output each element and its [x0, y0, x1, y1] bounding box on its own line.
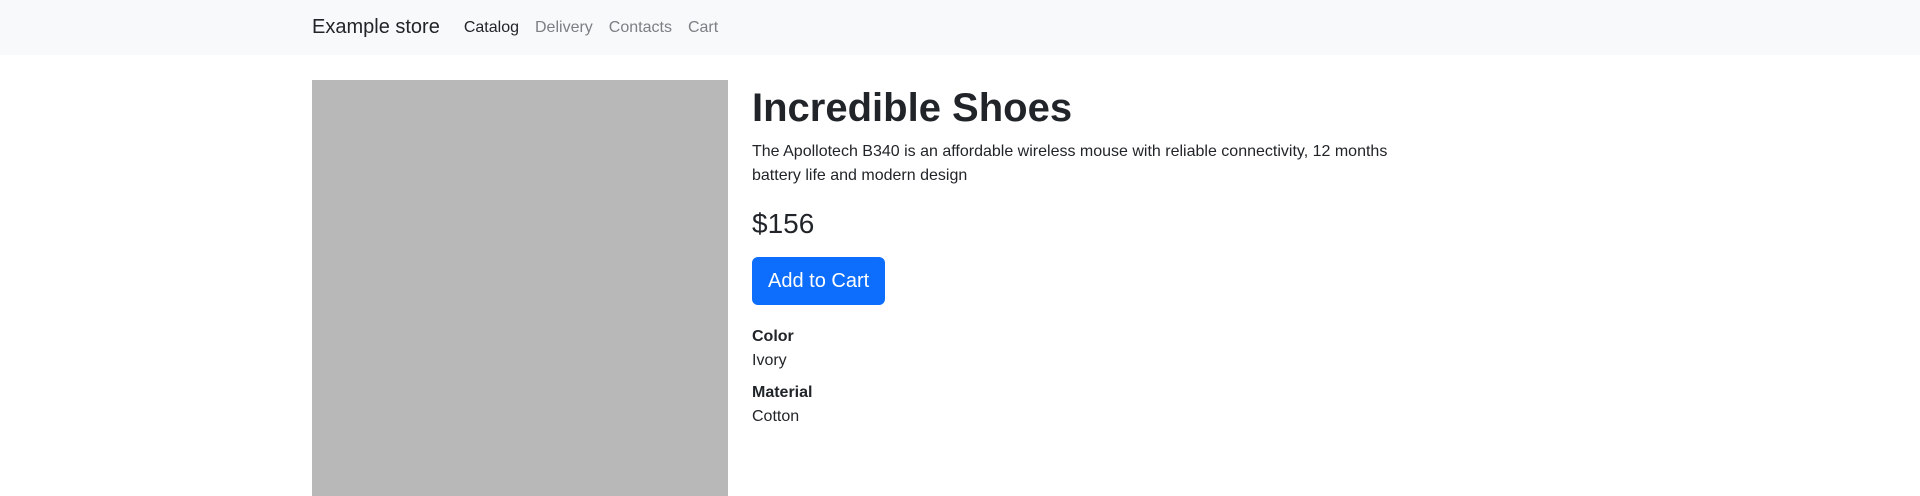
spec-label: Color [752, 328, 794, 345]
brand-link[interactable]: Example store [312, 16, 440, 39]
navbar-content: Example store Catalog Delivery Contacts … [312, 0, 734, 55]
product-price: $156 [752, 208, 815, 239]
nav-link-catalog[interactable]: Catalog [464, 19, 519, 37]
product-details: Incredible Shoes The Apollotech B340 is … [752, 80, 1392, 429]
spec-label: Material [752, 384, 813, 401]
product-image-placeholder [312, 80, 728, 496]
spec-value: Ivory [752, 352, 787, 369]
nav-link-contacts[interactable]: Contacts [609, 19, 672, 37]
navbar: Example store Catalog Delivery Contacts … [0, 0, 1920, 55]
spec-material: Material Cotton [752, 381, 1392, 429]
spec-value: Cotton [752, 408, 800, 425]
add-to-cart-button[interactable]: Add to Cart [752, 257, 886, 305]
product-description: The Apollotech B340 is an affordable wir… [752, 143, 1388, 184]
spec-color: Color Ivory [752, 325, 1392, 373]
nav-links: Catalog Delivery Contacts Cart [464, 19, 734, 37]
nav-link-delivery[interactable]: Delivery [535, 19, 593, 37]
nav-link-cart[interactable]: Cart [688, 19, 718, 37]
product-title: Incredible Shoes [752, 86, 1073, 130]
